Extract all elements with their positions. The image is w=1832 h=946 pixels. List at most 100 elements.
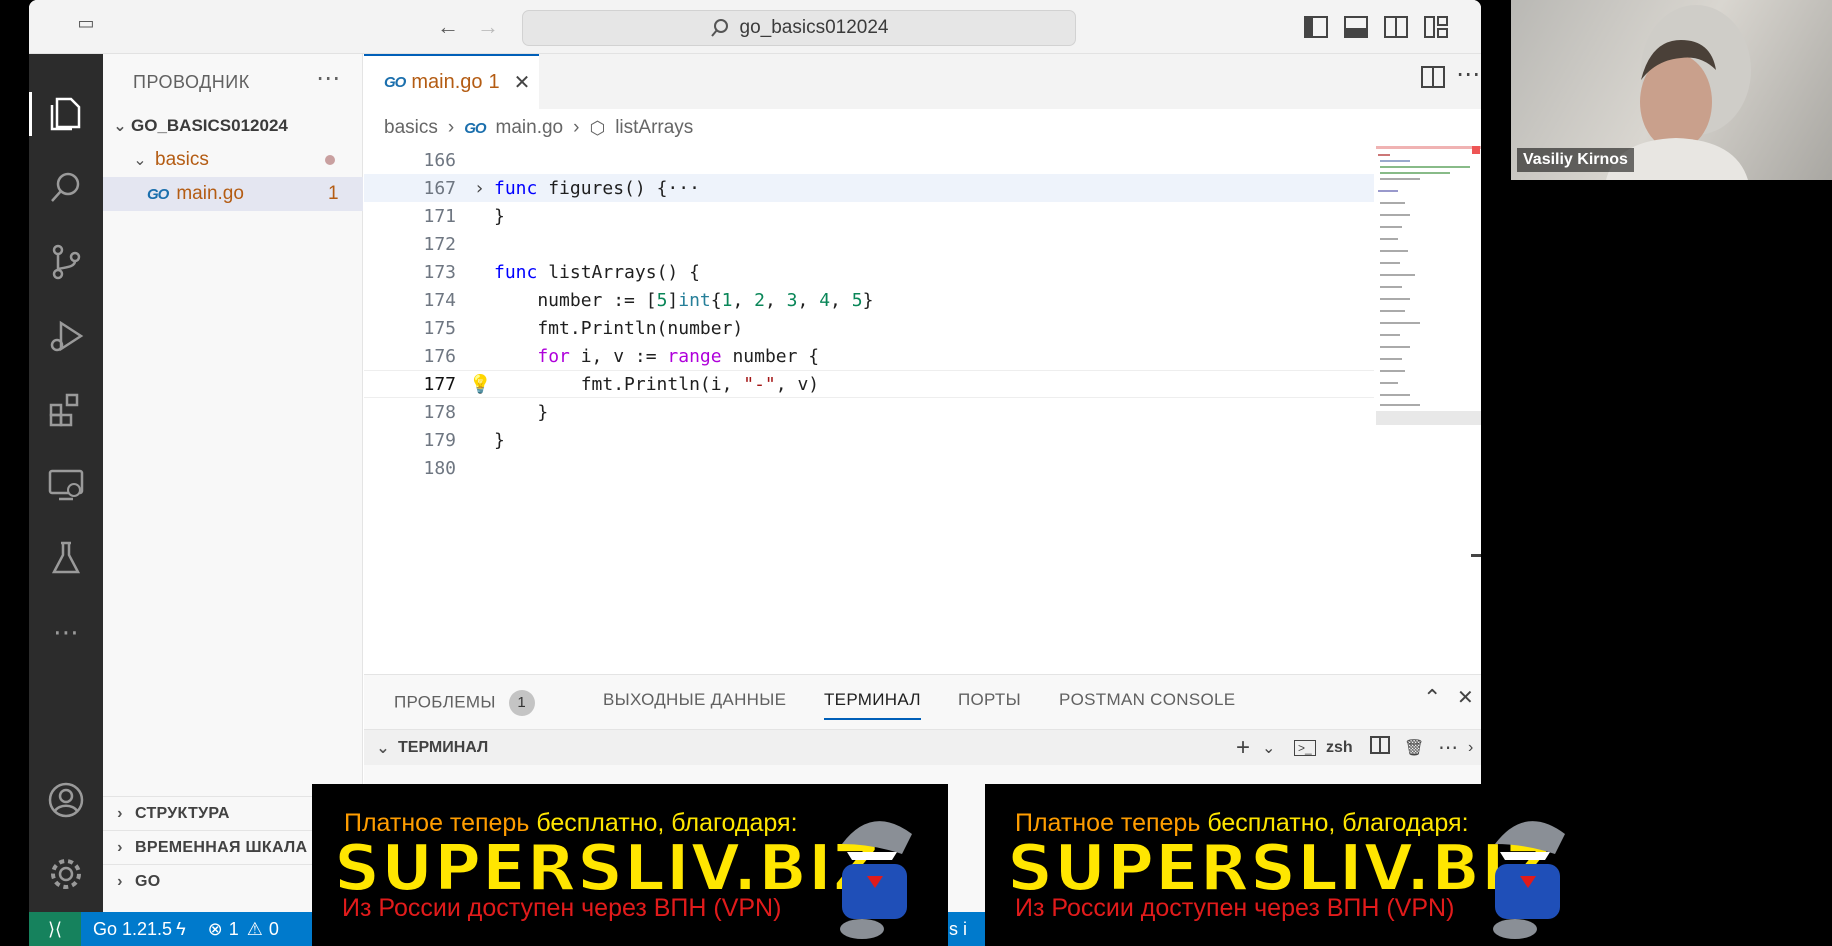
maximize-panel-icon[interactable]: ⌃ (1423, 685, 1441, 711)
file-main-go[interactable]: GO main.go 1 (103, 177, 363, 211)
code-text: func listArrays() { (494, 261, 700, 283)
line-number: 176 (423, 345, 456, 367)
code-line: 166 (364, 146, 1374, 174)
breadcrumb-file[interactable]: main.go (496, 117, 564, 139)
line-number: 175 (423, 317, 456, 339)
error-count[interactable]: 1 (229, 919, 239, 940)
folder-label: basics (155, 149, 209, 170)
section-label: СТРУКТУРА (135, 804, 230, 822)
line-number: 166 (423, 149, 456, 171)
code-line: 171 } (364, 202, 1374, 230)
remote-indicator-icon[interactable]: ⟩⟨ (29, 912, 81, 946)
minimap[interactable] (1376, 146, 1481, 576)
more-views-icon[interactable]: ⋯ (29, 602, 103, 662)
terminal-header: ⌄ ТЕРМИНАЛ + ⌄ >_ zsh 🗑 ⋯ › (364, 729, 1481, 765)
lightning-icon: ϟ (176, 918, 186, 939)
lightbulb-icon[interactable]: 💡 (469, 374, 491, 395)
back-arrow-icon[interactable]: ← (431, 10, 465, 44)
forward-arrow-icon[interactable]: → (471, 10, 505, 44)
line-number: 179 (423, 429, 456, 451)
run-debug-icon[interactable] (29, 306, 103, 366)
close-tab-icon[interactable]: ✕ (514, 70, 531, 95)
title-bar: ▭ ← → go_basics012024 (29, 0, 1481, 54)
file-problem-count: 1 (328, 183, 339, 204)
close-panel-icon[interactable]: ✕ (1457, 685, 1474, 710)
banner-line3: Из России доступен через ВПН (VPN) (342, 894, 782, 922)
code-editor[interactable]: 166 167 › func figures() {··· 171 } 172 … (364, 146, 1481, 674)
tab-problems[interactable]: ПРОБЛЕМЫ 1 (394, 690, 535, 716)
search-icon[interactable] (29, 158, 103, 218)
shell-name[interactable]: zsh (1326, 739, 1353, 757)
fold-chevron-icon[interactable]: › (474, 178, 485, 199)
code-line: 167 › func figures() {··· (364, 174, 1374, 202)
breadcrumb-symbol[interactable]: listArrays (615, 117, 693, 139)
more-actions-icon[interactable]: ⋯ (316, 64, 340, 93)
testing-icon[interactable] (29, 528, 103, 588)
go-file-icon: GO (147, 185, 169, 203)
go-file-icon: GO (464, 119, 486, 137)
breadcrumb-folder[interactable]: basics (384, 117, 438, 139)
tab-output[interactable]: ВЫХОДНЫЕ ДАННЫЕ (603, 690, 786, 710)
banner-line3: Из России доступен через ВПН (VPN) (1015, 894, 1455, 922)
chevron-down-icon: ⌄ (133, 152, 147, 169)
explorer-icon[interactable] (29, 84, 103, 144)
chevron-right-icon[interactable]: › (1468, 739, 1473, 757)
toggle-panel-icon[interactable] (1339, 10, 1373, 44)
shark-mascot-icon (1493, 821, 1565, 939)
toggle-primary-sidebar-icon[interactable] (1299, 10, 1333, 44)
line-number: 178 (423, 401, 456, 423)
chevron-down-icon[interactable]: ⌄ (372, 738, 394, 758)
editor-more-actions-icon[interactable]: ⋯ (1456, 60, 1480, 89)
editor-tabs: GO main.go 1 ✕ ⋯ (364, 54, 1481, 109)
search-icon (710, 19, 728, 37)
window-menu-icon[interactable]: ▭ (69, 6, 103, 40)
tab-main-go[interactable]: GO main.go 1 ✕ (364, 54, 539, 109)
customize-layout-icon[interactable] (1419, 10, 1453, 44)
modified-dot (325, 155, 335, 165)
go-file-icon: GO (384, 74, 406, 91)
accounts-icon[interactable] (29, 770, 103, 830)
code-text: } (494, 401, 549, 423)
tab-postman-console[interactable]: POSTMAN CONSOLE (1059, 690, 1235, 710)
search-text: go_basics012024 (739, 17, 889, 38)
activity-bar: ⋯ (29, 54, 103, 946)
line-number: 172 (423, 233, 456, 255)
tab-terminal[interactable]: ТЕРМИНАЛ (824, 690, 921, 720)
code-line-current: 177 💡 fmt.Println(i, "-", v) (364, 370, 1374, 398)
line-number: 167 (423, 177, 456, 199)
code-text: } (494, 429, 505, 451)
remote-explorer-icon[interactable] (29, 454, 103, 514)
breadcrumb: basics › GO main.go › ⬡ listArrays (364, 109, 1481, 147)
line-number: 171 (423, 205, 456, 227)
terminal-title: ТЕРМИНАЛ (398, 738, 489, 756)
shark-mascot-icon (840, 821, 912, 939)
code-text: for i, v := range number { (537, 345, 820, 367)
code-line: 176 for i, v := range number { (364, 342, 1374, 370)
trash-icon[interactable]: 🗑 (1404, 738, 1424, 758)
folder-basics[interactable]: ⌄ basics (103, 143, 363, 177)
workspace-root[interactable]: ⌄ GO_BASICS012024 (103, 109, 363, 143)
tab-ports[interactable]: ПОРТЫ (958, 690, 1021, 710)
toggle-secondary-sidebar-icon[interactable] (1379, 10, 1413, 44)
source-control-icon[interactable] (29, 232, 103, 292)
screen: ▭ ← → go_basics012024 ⋯ ПРОВОДНИК ⋯ ⌄ GO… (0, 0, 1832, 946)
extensions-icon[interactable] (29, 380, 103, 440)
command-center-search[interactable]: go_basics012024 (522, 10, 1076, 46)
code-line: 174 number := [5]int{1, 2, 3, 4, 5} (364, 286, 1374, 314)
settings-gear-icon[interactable] (29, 844, 103, 904)
problems-count-badge: 1 (508, 690, 535, 716)
code-line: 180 (364, 454, 1374, 482)
line-number: 180 (423, 457, 456, 479)
new-terminal-plus-icon[interactable]: + (1236, 734, 1250, 762)
warning-count[interactable]: 0 (269, 919, 279, 940)
code-line: 173 func listArrays() { (364, 258, 1374, 286)
chevron-down-icon[interactable]: ⌄ (1262, 738, 1275, 758)
chevron-right-icon: › (117, 872, 123, 890)
ad-banner-left: Платное теперь бесплатно, благодаря: SUP… (312, 784, 948, 946)
split-editor-icon[interactable] (1421, 66, 1445, 93)
explorer-title: ПРОВОДНИК (133, 72, 250, 92)
split-terminal-icon[interactable] (1370, 736, 1390, 759)
code-text: fmt.Println(i, "-", v) (494, 373, 820, 395)
terminal-more-icon[interactable]: ⋯ (1438, 735, 1458, 760)
go-version[interactable]: Go 1.21.5 (93, 919, 172, 940)
